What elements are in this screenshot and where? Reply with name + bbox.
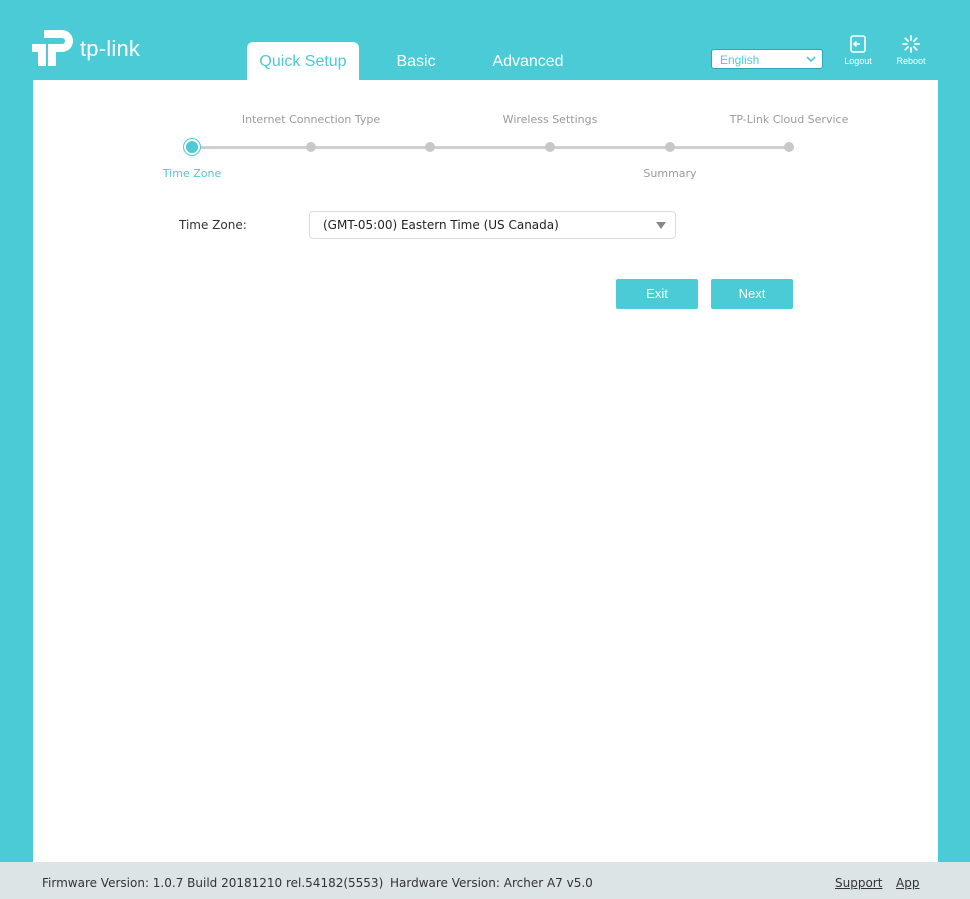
language-value: English [720,53,760,67]
step-label-internet-connection-type: Internet Connection Type [241,113,381,126]
tab-quick-setup[interactable]: Quick Setup [247,42,359,80]
footer: Firmware Version: 1.0.7 Build 20181210 r… [0,862,970,899]
step-dot-tp-link-cloud-service [784,142,794,152]
caret-down-icon [656,222,666,229]
logout-button[interactable]: Logout [838,34,878,66]
timezone-label: Time Zone: [179,218,247,232]
language-select[interactable]: English [711,49,823,69]
logout-icon [850,35,866,53]
step-dot-3 [425,142,435,152]
step-label-tp-link-cloud-service: TP-Link Cloud Service [729,113,849,126]
timezone-value: (GMT-05:00) Eastern Time (US Canada) [323,218,559,232]
tab-advanced[interactable]: Advanced [478,42,578,80]
step-label-time-zone: Time Zone [162,167,222,180]
next-button[interactable]: Next [711,279,793,309]
step-dot-internet-connection-type [306,142,316,152]
wizard-progress-track [192,146,790,149]
support-link[interactable]: Support [835,876,882,890]
logout-label: Logout [844,56,872,66]
step-dot-wireless-settings [545,142,555,152]
reboot-icon [902,35,920,53]
step-dot-time-zone [186,141,198,153]
app-link[interactable]: App [896,876,919,890]
hardware-version: Hardware Version: Archer A7 v5.0 [390,876,593,890]
step-label-wireless-settings: Wireless Settings [502,113,598,126]
timezone-select[interactable]: (GMT-05:00) Eastern Time (US Canada) [309,211,676,239]
exit-button[interactable]: Exit [616,279,698,309]
step-label-summary: Summary [643,167,697,180]
brand-name: tp-link [80,36,141,61]
reboot-label: Reboot [896,56,926,66]
main-panel [33,80,938,862]
firmware-version: Firmware Version: 1.0.7 Build 20181210 r… [42,876,384,890]
chevron-down-icon [806,56,816,63]
reboot-button[interactable]: Reboot [891,34,931,66]
step-dot-summary [665,142,675,152]
tab-basic[interactable]: Basic [376,42,456,80]
